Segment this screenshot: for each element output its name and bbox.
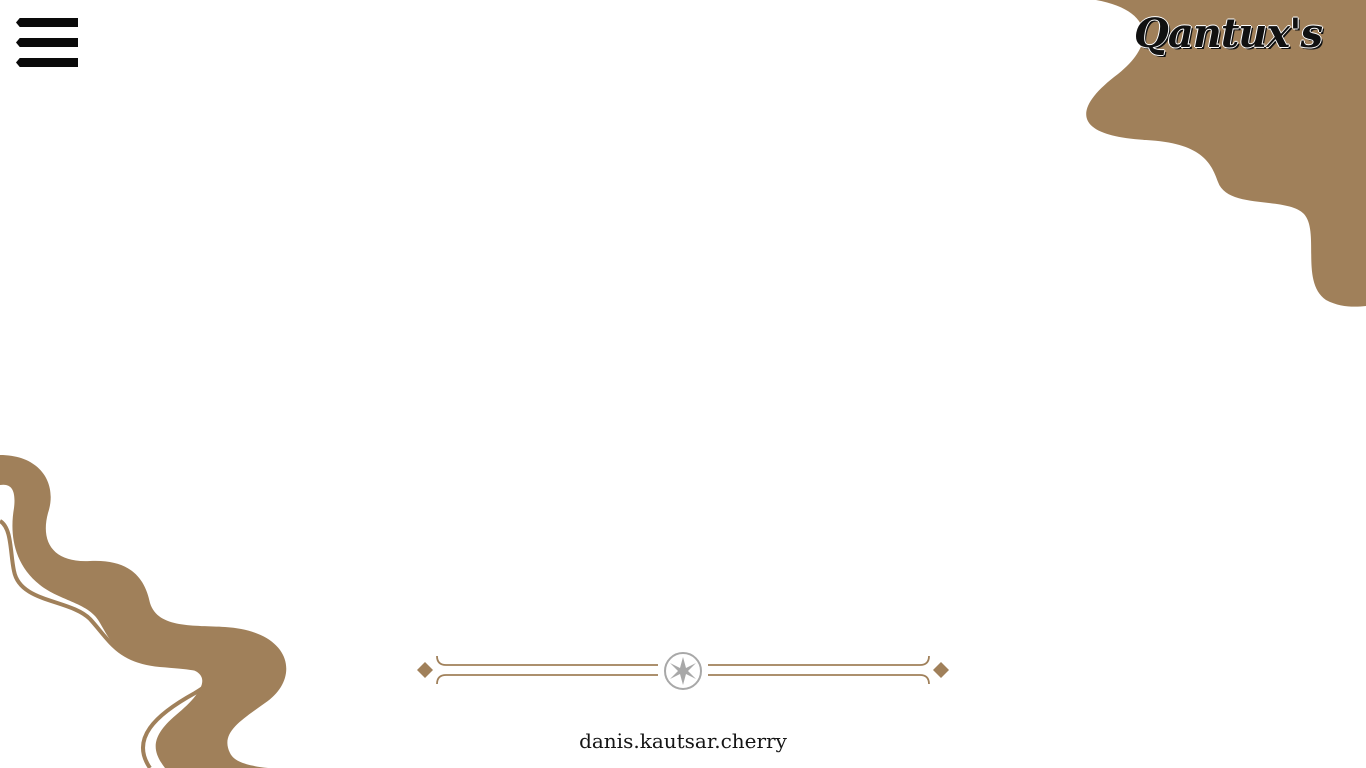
menu-bar-2 [16, 38, 78, 47]
menu-bar-1 [16, 18, 78, 27]
brand-logo[interactable]: Qantux's [1134, 10, 1323, 57]
menu-bar-3 [16, 58, 78, 67]
hamburger-menu-icon[interactable] [16, 18, 78, 68]
decorative-swirl-bottom-left [0, 455, 287, 768]
footer-credit: danis.kautsar.cherry [579, 729, 787, 753]
star-divider-icon [417, 652, 949, 690]
